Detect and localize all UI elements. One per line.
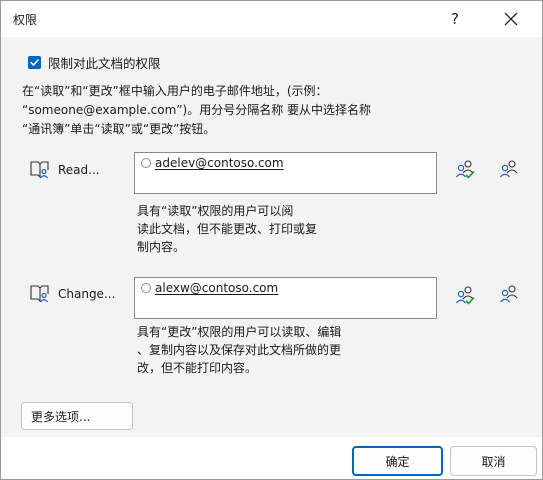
instructions-line: 在“读取”和“更改”框中输入用户的电子邮件地址，(示例： <box>22 84 328 98</box>
address-book-icon <box>30 161 49 179</box>
instructions-line: “通讯簿”单击“读取”或“更改”按钮。 <box>22 122 216 136</box>
read-check-names-button[interactable] <box>455 159 477 179</box>
change-description-line: 改，但不能打印内容。 <box>137 361 258 375</box>
change-user-entry[interactable]: alexw@contoso.com <box>141 281 278 295</box>
permission-dialog: 权限 ? 限制对此文档的权限 在“读取”和“更改”框中输入用户的电子邮件地址，(… <box>0 0 543 480</box>
instructions-line: “someone@example.com”)。用分号分隔名称 要从中选择名称 <box>22 103 372 117</box>
presence-indicator-icon <box>141 283 151 293</box>
change-check-names-button[interactable] <box>455 285 477 305</box>
instructions-text: 在“读取”和“更改”框中输入用户的电子邮件地址，(示例： “someone@ex… <box>22 82 522 139</box>
read-user-entry[interactable]: adelev@contoso.com <box>141 156 284 170</box>
close-icon <box>504 12 518 26</box>
address-book-icon <box>30 285 49 303</box>
help-button[interactable]: ? <box>441 7 469 31</box>
check-names-icon <box>456 286 475 305</box>
read-user-email: adelev@contoso.com <box>155 156 284 170</box>
change-button-label: Change... <box>58 287 116 301</box>
restrict-permission-checkbox[interactable] <box>28 56 41 69</box>
checkmark-icon <box>30 59 39 66</box>
read-description-line: 具有“读取”权限的用户可以阅 <box>137 204 294 218</box>
restrict-permission-option[interactable]: 限制对此文档的权限 <box>28 53 161 72</box>
cancel-button[interactable]: 取消 <box>450 446 537 476</box>
read-address-book-button[interactable] <box>498 159 520 179</box>
presence-indicator-icon <box>141 158 151 168</box>
read-description: 具有“读取”权限的用户可以阅 读此文档，但不能更改、打印或复 制内容。 <box>137 202 357 256</box>
change-button[interactable]: Change... <box>29 284 115 304</box>
read-button-label: Read... <box>58 163 100 177</box>
people-icon <box>500 160 518 178</box>
dialog-body: 限制对此文档的权限 在“读取”和“更改”框中输入用户的电子邮件地址，(示例： “… <box>1 37 542 437</box>
check-names-icon <box>456 160 475 179</box>
change-users-field[interactable]: alexw@contoso.com <box>134 277 437 319</box>
change-user-email: alexw@contoso.com <box>155 281 279 295</box>
ok-button[interactable]: 确定 <box>352 446 443 476</box>
title-bar: 权限 ? <box>1 1 542 37</box>
close-button[interactable] <box>497 7 525 31</box>
restrict-permission-label: 限制对此文档的权限 <box>48 56 161 71</box>
read-button[interactable]: Read... <box>29 160 100 180</box>
dialog-footer: 确定 取消 <box>1 437 542 479</box>
read-description-line: 制内容。 <box>137 240 186 254</box>
dialog-title: 权限 <box>13 13 38 27</box>
change-address-book-button[interactable] <box>498 284 520 304</box>
read-users-field[interactable]: adelev@contoso.com <box>134 152 437 194</box>
change-description-line: 、复制内容以及保存对此文档所做的更 <box>137 343 342 357</box>
read-description-line: 读此文档，但不能更改、打印或复 <box>137 222 318 236</box>
change-description-line: 具有“更改”权限的用户可以读取、编辑 <box>137 325 342 339</box>
change-description: 具有“更改”权限的用户可以读取、编辑 、复制内容以及保存对此文档所做的更 改，但… <box>137 323 357 377</box>
people-icon <box>500 285 518 303</box>
more-options-button[interactable]: 更多选项... <box>21 402 133 430</box>
